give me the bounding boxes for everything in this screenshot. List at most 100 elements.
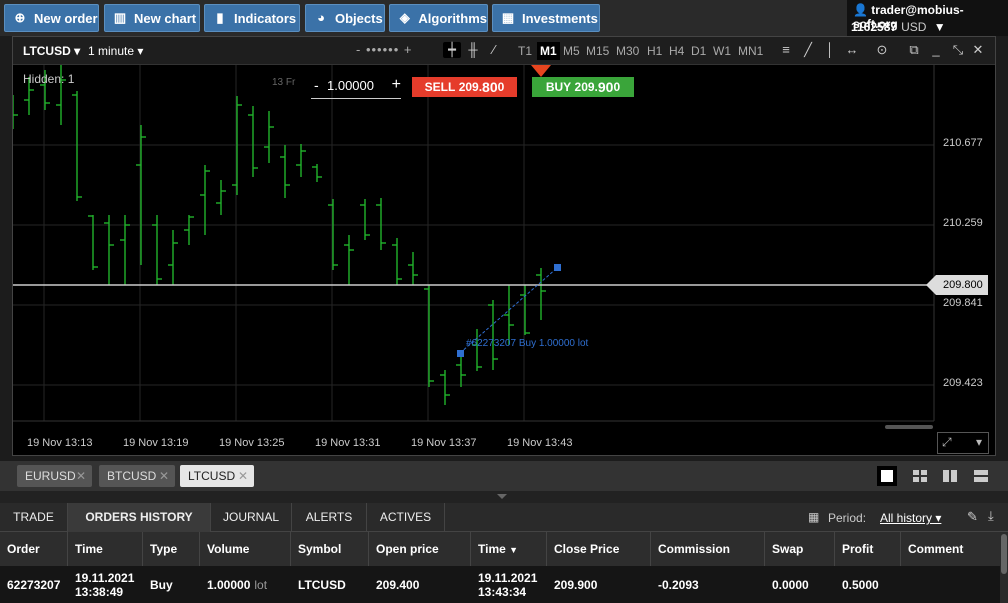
period-select[interactable]: All history ▾	[880, 511, 941, 525]
cell-profit: 0.5000	[842, 577, 879, 592]
ohlc-bar	[376, 198, 386, 250]
ohlc-bar	[184, 215, 194, 245]
period-mn1[interactable]: MN1	[738, 44, 763, 58]
column-header-close-price[interactable]: Close Price	[547, 532, 651, 566]
ohlc-bar	[360, 199, 370, 240]
layout-single-icon[interactable]	[877, 466, 897, 486]
close-icon[interactable]: ✕	[238, 465, 248, 487]
bar-type-icon[interactable]: ╫	[464, 42, 482, 57]
line-type-icon[interactable]: ⁄	[485, 42, 503, 57]
minimize-icon[interactable]: _	[927, 42, 945, 57]
buy-pointer-icon	[531, 65, 551, 77]
table-row[interactable]: 62273207 19.11.2021 13:38:49 Buy 1.00000 l…	[0, 566, 1000, 603]
order-close-marker	[554, 264, 561, 271]
ohlc-bar	[536, 268, 546, 320]
period-label: Period:	[828, 511, 867, 525]
tab-orders-history[interactable]: ORDERS HISTORY	[68, 503, 211, 532]
period-h4[interactable]: H4	[669, 44, 684, 58]
cell-time: 19.11.2021 13:38:49	[75, 570, 135, 599]
close-icon[interactable]: ✕	[969, 42, 987, 58]
symbol-tab-ltcusd[interactable]: LTCUSD ✕	[180, 465, 254, 487]
column-header-commission[interactable]: Commission	[651, 532, 765, 566]
column-header-volume[interactable]: Volume	[200, 532, 291, 566]
period-m30[interactable]: M30	[616, 44, 639, 58]
layout-columns-icon[interactable]	[940, 466, 960, 486]
price-level-label: 210.677	[943, 137, 983, 149]
period-t1[interactable]: T1	[518, 44, 532, 58]
close-icon[interactable]: ✕	[76, 465, 86, 487]
sell-button[interactable]: SELL 209. 80 0	[412, 77, 517, 97]
crosshair-icon[interactable]: ⊙	[873, 42, 891, 58]
cell-close-price: 209.900	[554, 577, 598, 592]
investments-button[interactable]: ▦ Investments	[492, 4, 600, 32]
vertical-line-icon[interactable]: │	[821, 42, 839, 57]
table-scrollbar[interactable]	[1000, 532, 1008, 603]
horizontal-line-icon[interactable]: ↔	[843, 42, 861, 57]
chart-timeframe-dropdown[interactable]: 1 minute ▾	[88, 44, 143, 58]
column-header-close-time[interactable]: Time ▼	[471, 532, 547, 566]
chevron-down-icon[interactable]: ▼	[934, 20, 946, 34]
fit-chart-icon[interactable]: ⤢	[942, 435, 952, 450]
cell-symbol: LTCUSD	[298, 577, 346, 592]
indicators-button[interactable]: ▮ Indicators	[204, 4, 300, 32]
zoom-control[interactable]: - •••••• +	[356, 42, 412, 57]
download-icon[interactable]: ⤓	[988, 508, 994, 524]
balance-value: 1162587	[851, 20, 898, 34]
tab-journal[interactable]: JOURNAL	[211, 503, 292, 532]
tab-trade[interactable]: TRADE	[0, 503, 68, 532]
period-m5[interactable]: M5	[563, 44, 580, 58]
price-chart[interactable]: #62273207 Buy 1.00000 lot	[13, 65, 995, 457]
ohlc-bar	[264, 111, 274, 163]
time-label: 19 Nov 13:25	[219, 437, 285, 449]
ohlc-bar	[216, 180, 226, 215]
algorithms-button[interactable]: ◈ Algorithms	[389, 4, 488, 32]
symbol-tab-btcusd[interactable]: BTCUSD ✕	[99, 465, 175, 487]
candlestick-type-icon[interactable]: ┿	[443, 42, 461, 58]
column-header-profit[interactable]: Profit	[835, 532, 901, 566]
ohlc-bar	[280, 145, 290, 198]
objects-button[interactable]: ◕ Objects	[305, 4, 385, 32]
period-m15[interactable]: M15	[586, 44, 609, 58]
period-w1[interactable]: W1	[713, 44, 731, 58]
column-header-time[interactable]: Time	[68, 532, 143, 566]
new-chart-button[interactable]: ▥ New chart	[104, 4, 200, 32]
trendline-icon[interactable]: ╱	[799, 42, 817, 58]
fibonacci-icon[interactable]: ≡	[777, 42, 795, 57]
column-header-symbol[interactable]: Symbol	[291, 532, 369, 566]
volume-decrease-button[interactable]: -	[314, 77, 319, 93]
column-header-swap[interactable]: Swap	[765, 532, 835, 566]
ohlc-bar	[488, 300, 498, 370]
close-icon[interactable]: ✕	[159, 465, 169, 487]
column-header-open-price[interactable]: Open price	[369, 532, 471, 566]
new-order-button[interactable]: ⊕ New order	[4, 4, 99, 32]
plus-circle-icon: ⊕	[14, 10, 26, 25]
buy-button[interactable]: BUY 209. 90 0	[532, 77, 634, 97]
collapse-arrow-icon[interactable]	[497, 494, 507, 499]
edit-icon[interactable]: ✎	[967, 509, 978, 525]
period-m1[interactable]: M1	[537, 42, 560, 60]
new-order-label: New order	[34, 10, 98, 26]
tab-actives[interactable]: ACTIVES	[367, 503, 445, 532]
time-label: 19 Nov 13:13	[27, 437, 93, 449]
symbol-tab-eurusd[interactable]: EURUSD ✕	[17, 465, 92, 487]
column-header-order[interactable]: Order	[0, 532, 68, 566]
volume-increase-button[interactable]: +	[392, 76, 401, 94]
panel-splitter[interactable]	[0, 491, 1008, 503]
column-header-comment[interactable]: Comment	[901, 532, 1000, 566]
popout-icon[interactable]: ⧉	[905, 42, 923, 58]
layout-rows-icon[interactable]	[971, 466, 991, 486]
chart-scrollbar[interactable]	[885, 425, 933, 429]
layout-grid-icon[interactable]	[910, 466, 930, 486]
column-header-type[interactable]: Type	[143, 532, 200, 566]
chevron-down-icon[interactable]: ▾	[976, 435, 982, 449]
maximize-icon[interactable]: ⤡	[949, 42, 967, 58]
chart-symbol-dropdown[interactable]: LTCUSD ▾	[23, 44, 80, 58]
account-panel[interactable]: 👤 trader@mobius-soft.org 1162587 USD ▼	[847, 0, 1008, 36]
volume-input[interactable]: - 1.00000 +	[311, 75, 401, 99]
tab-alerts[interactable]: ALERTS	[292, 503, 367, 532]
period-d1[interactable]: D1	[691, 44, 706, 58]
chart-options[interactable]: ⤢ ▾	[937, 432, 989, 454]
user-icon: 👤	[853, 3, 868, 17]
bottom-tab-bar: TRADE ORDERS HISTORY JOURNAL ALERTS ACTI…	[0, 503, 1008, 532]
period-h1[interactable]: H1	[647, 44, 662, 58]
